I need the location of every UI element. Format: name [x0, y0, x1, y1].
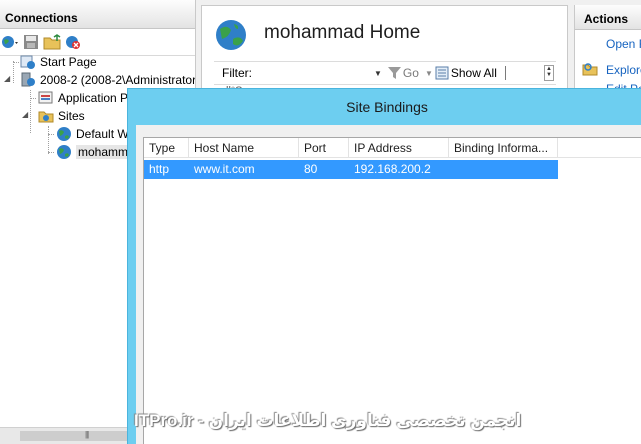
connections-toolbar: [0, 29, 195, 56]
tree-label: Default W: [76, 127, 129, 141]
filter-input[interactable]: [258, 65, 374, 81]
tree-item-sites[interactable]: Sites: [38, 107, 85, 125]
filter-dropdown-icon[interactable]: ▼: [374, 69, 382, 78]
cell-host-name: www.it.com: [194, 162, 255, 176]
go-label: Go: [402, 66, 419, 80]
action-explore[interactable]: Explore: [606, 63, 641, 77]
tree-label: 2008-2 (2008-2\Administrator: [40, 73, 196, 87]
bindings-list-header: Type Host Name Port IP Address Binding I…: [144, 138, 641, 158]
globe-icon: [56, 126, 72, 142]
tree-label: Start Page: [40, 55, 97, 69]
go-dropdown-icon[interactable]: ▼: [425, 69, 433, 78]
up-folder-icon[interactable]: [43, 33, 61, 51]
collapse-icon[interactable]: ◢: [22, 110, 28, 119]
disconnect-icon[interactable]: [64, 33, 82, 51]
sites-folder-icon: [38, 108, 54, 124]
tree-item-default-site[interactable]: Default W: [56, 125, 129, 143]
tree-label: Sites: [58, 109, 85, 123]
column-header-binding-info[interactable]: Binding Informa...: [449, 138, 558, 158]
show-all-label: Show All: [450, 66, 497, 80]
cell-ip-address: 192.168.200.2: [354, 162, 431, 176]
site-globe-icon: [214, 18, 248, 55]
dialog-title: Site Bindings: [346, 99, 428, 115]
column-header-ip-address[interactable]: IP Address: [349, 138, 449, 158]
toolbar-separator: [504, 66, 506, 80]
globe-icon: [56, 144, 72, 160]
tree-item-app-pools[interactable]: Application P: [38, 89, 128, 107]
show-all-button[interactable]: Show All: [435, 66, 497, 80]
table-row[interactable]: http www.it.com 80 192.168.200.2: [144, 160, 558, 179]
cell-port: 80: [304, 162, 318, 176]
cell-type: http: [149, 162, 170, 176]
action-open-folder[interactable]: Open F: [606, 37, 641, 51]
funnel-icon: [387, 67, 401, 79]
page-title: mohammad Home: [264, 22, 421, 43]
server-icon: [20, 72, 36, 88]
actions-header: Actions: [575, 5, 641, 30]
tree-label: mohamm: [76, 145, 131, 159]
tree-label: Application P: [58, 91, 129, 105]
start-page-icon: [20, 54, 36, 70]
tree-item-server[interactable]: 2008-2 (2008-2\Administrator: [20, 71, 196, 89]
column-header-port[interactable]: Port: [299, 138, 349, 158]
connect-globe-icon[interactable]: [1, 33, 19, 51]
app-pools-icon: [38, 90, 54, 106]
connections-header: Connections: [0, 0, 195, 29]
explore-icon: [582, 61, 598, 80]
show-all-icon: [435, 66, 449, 80]
site-bindings-dialog: Site Bindings Type Host Name Port IP Add…: [127, 88, 641, 444]
collapse-scroll-icon[interactable]: ▲ ▼: [544, 65, 554, 81]
watermark: ITPro.ir - انجمن تخصصی فناوری اطلاعات ای…: [134, 411, 522, 430]
filter-bar: Filter: ▼ Go ▼ Show All ▲ ▼: [214, 61, 556, 85]
column-header-type[interactable]: Type: [144, 138, 189, 158]
tree-item-mohammad-site[interactable]: mohamm: [56, 143, 131, 161]
column-header-host-name[interactable]: Host Name: [189, 138, 299, 158]
scroll-grip-icon: |||: [85, 430, 89, 439]
collapse-icon[interactable]: ◢: [4, 74, 10, 83]
dialog-client-area: Type Host Name Port IP Address Binding I…: [136, 125, 641, 444]
go-button[interactable]: Go: [387, 66, 419, 80]
save-icon[interactable]: [22, 33, 40, 51]
filter-label: Filter:: [222, 66, 252, 80]
tree-item-start-page[interactable]: Start Page: [20, 53, 97, 71]
bindings-list[interactable]: Type Host Name Port IP Address Binding I…: [143, 137, 641, 444]
